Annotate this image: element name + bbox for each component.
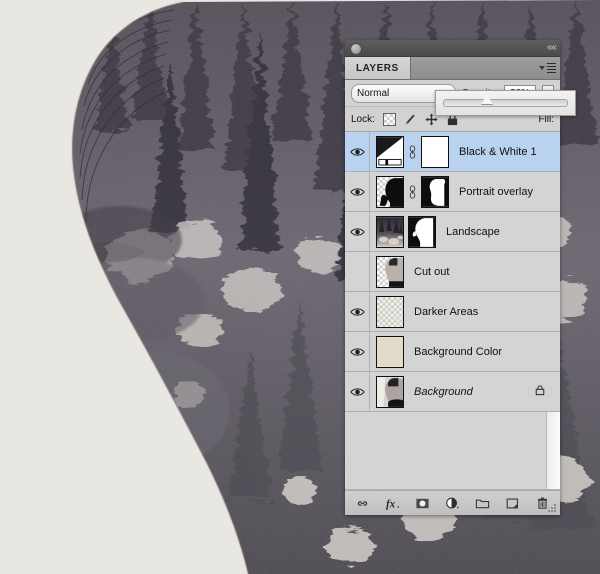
panel-titlebar[interactable]: ««	[345, 40, 560, 57]
layer-visibility-eye-icon[interactable]	[345, 132, 370, 171]
panel-menu-icon[interactable]	[539, 62, 556, 74]
layer-visibility-eye-icon[interactable]	[345, 332, 370, 371]
layer-row[interactable]: Portrait overlay	[345, 172, 560, 212]
layer-row[interactable]: Background	[345, 372, 560, 412]
window-dot-icon[interactable]	[350, 43, 362, 55]
lock-image-pixels-icon[interactable]	[404, 113, 417, 126]
new-layer-icon[interactable]	[505, 495, 521, 511]
blend-mode-value: Normal	[357, 87, 390, 99]
panel-menu-triangle-icon	[539, 66, 545, 70]
layer-name[interactable]: Background	[414, 386, 473, 398]
layer-thumbnails[interactable]	[370, 335, 404, 368]
layer-thumbnail[interactable]	[376, 295, 404, 328]
lock-label: Lock:	[351, 113, 375, 125]
layer-name[interactable]: Darker Areas	[414, 306, 478, 318]
layer-row[interactable]: Cut out	[345, 252, 560, 292]
lock-transparent-pixels-icon[interactable]	[382, 112, 396, 126]
layer-thumbnails[interactable]	[370, 135, 449, 168]
svg-text:fx: fx	[386, 498, 396, 510]
link-layers-icon[interactable]	[355, 495, 371, 511]
layer-mask-link-icon[interactable]	[408, 184, 417, 199]
layer-row[interactable]: Background Color	[345, 332, 560, 372]
layer-thumbnails[interactable]	[370, 375, 404, 408]
opacity-slider-popup[interactable]	[435, 90, 576, 116]
layer-thumbnail[interactable]	[376, 135, 404, 168]
layer-visibility-toggle[interactable]	[345, 252, 370, 291]
layers-panel[interactable]: «« LAYERS Normal Opacity: 30% Lock:	[345, 40, 576, 515]
layer-name[interactable]: Landscape	[446, 226, 500, 238]
panel-tabstrip[interactable]: LAYERS	[345, 57, 560, 80]
layer-row[interactable]: Landscape	[345, 212, 560, 252]
layer-visibility-eye-icon[interactable]	[345, 212, 370, 251]
layer-thumbnail[interactable]	[376, 375, 404, 408]
layer-name[interactable]: Black & White 1	[459, 146, 537, 158]
layer-style-fx-icon[interactable]: fx	[385, 495, 401, 511]
layer-mask-thumbnail[interactable]	[421, 135, 449, 168]
add-layer-mask-icon[interactable]	[415, 495, 431, 511]
tab-layers[interactable]: LAYERS	[345, 57, 411, 79]
layer-mask-thumbnail[interactable]	[408, 215, 436, 248]
layer-thumbnail[interactable]	[376, 335, 404, 368]
layer-name[interactable]: Background Color	[414, 346, 502, 358]
new-group-icon[interactable]	[475, 495, 491, 511]
layers-panel-footer[interactable]: fx	[345, 490, 560, 515]
layer-thumbnail[interactable]	[376, 175, 404, 208]
layer-mask-thumbnail[interactable]	[421, 175, 449, 208]
collapse-to-icons-icon[interactable]: ««	[547, 41, 557, 55]
tab-layers-label: LAYERS	[356, 62, 399, 74]
new-adjustment-layer-icon[interactable]	[445, 495, 461, 511]
layer-row[interactable]: Darker Areas	[345, 292, 560, 332]
layer-visibility-eye-icon[interactable]	[345, 292, 370, 331]
layer-visibility-eye-icon[interactable]	[345, 172, 370, 211]
layer-row[interactable]: Black & White 1	[345, 132, 560, 172]
opacity-slider-track[interactable]	[443, 95, 568, 107]
layer-locked-icon	[534, 384, 546, 399]
panel-resize-grip[interactable]	[548, 504, 557, 513]
panel-menu-lines-icon	[547, 63, 556, 73]
layer-name[interactable]: Cut out	[414, 266, 449, 278]
layer-thumbnails[interactable]	[370, 295, 404, 328]
opacity-slider-thumb[interactable]	[480, 95, 493, 104]
layer-thumbnails[interactable]	[370, 255, 404, 288]
layer-visibility-eye-icon[interactable]	[345, 372, 370, 411]
layer-thumbnail[interactable]	[376, 255, 404, 288]
layer-thumbnails[interactable]	[370, 215, 436, 248]
layer-thumbnails[interactable]	[370, 175, 449, 208]
layer-thumbnail[interactable]	[376, 215, 404, 248]
layer-mask-link-icon[interactable]	[408, 144, 417, 159]
layer-list[interactable]: Black & White 1 Portrait overlay Landsca…	[345, 132, 560, 490]
layer-name[interactable]: Portrait overlay	[459, 186, 533, 198]
